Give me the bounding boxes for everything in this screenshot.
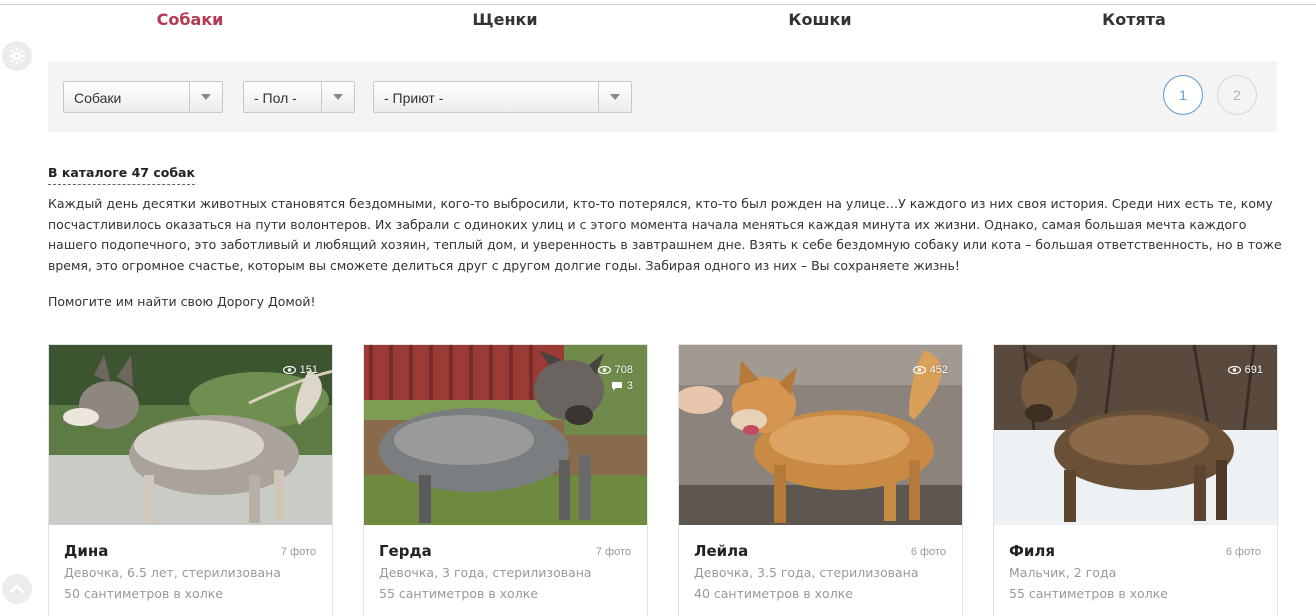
eye-icon <box>912 366 926 374</box>
tab-kittens[interactable]: Котята <box>1102 10 1166 29</box>
pet-size: 50 сантиметров в холке <box>64 586 223 601</box>
top-divider <box>0 4 1316 5</box>
pet-photo[interactable]: 452 <box>679 345 962 525</box>
pet-card[interactable]: 691 Филя 6 фото Мальчик, 2 года 55 санти… <box>993 344 1278 616</box>
pet-description: Девочка, 3 года, стерилизована <box>379 565 592 580</box>
gear-icon <box>9 48 25 64</box>
chevron-up-icon <box>9 584 25 594</box>
pet-size: 55 сантиметров в холке <box>379 586 538 601</box>
comments-counter: 3 <box>611 380 633 392</box>
pet-size: 55 сантиметров в холке <box>1009 586 1168 601</box>
page-1-button[interactable]: 1 <box>1163 75 1203 115</box>
pet-name: Дина <box>64 542 109 560</box>
settings-button[interactable] <box>2 41 32 71</box>
comment-icon <box>611 382 622 391</box>
photo-count: 6 фото <box>1225 546 1261 558</box>
views-counter: 691 <box>1227 364 1263 376</box>
views-count: 708 <box>614 364 633 376</box>
shelter-select-value: - Приют - <box>384 90 444 106</box>
pet-name: Герда <box>379 542 432 560</box>
views-count: 452 <box>929 364 948 376</box>
pet-description: Девочка, 3.5 года, стерилизована <box>694 565 919 580</box>
pet-name: Лейла <box>694 542 749 560</box>
pet-card[interactable]: 452 Лейла 6 фото Девочка, 3.5 года, стер… <box>678 344 963 616</box>
category-nav: Собаки Щенки Кошки Котята <box>0 10 1316 34</box>
pet-card[interactable]: 151 Дина 7 фото Девочка, 6.5 лет, стерил… <box>48 344 333 616</box>
photo-count: 7 фото <box>595 546 631 558</box>
pet-description: Мальчик, 2 года <box>1009 565 1117 580</box>
eye-icon <box>282 366 296 374</box>
views-counter: 452 <box>912 364 948 376</box>
pet-card[interactable]: 708 3 Герда 7 фото Девочка, 3 года, стер… <box>363 344 648 616</box>
tab-dogs[interactable]: Собаки <box>157 10 224 29</box>
eye-icon <box>597 366 611 374</box>
views-count: 151 <box>299 364 318 376</box>
chevron-down-icon <box>598 82 631 112</box>
page-2-button[interactable]: 2 <box>1217 75 1257 115</box>
type-select-value: Собаки <box>74 90 122 106</box>
catalog-count-title: В каталоге 47 собак <box>48 165 195 185</box>
sex-select[interactable]: - Пол - <box>243 81 355 113</box>
views-counter: 151 <box>282 364 318 376</box>
shelter-select[interactable]: - Приют - <box>373 81 632 113</box>
catalog-intro-text: Каждый день десятки животных становятся … <box>48 196 1282 273</box>
pet-description: Девочка, 6.5 лет, стерилизована <box>64 565 281 580</box>
photo-count: 6 фото <box>910 546 946 558</box>
pet-photo[interactable]: 691 <box>994 345 1277 525</box>
scroll-up-button[interactable] <box>2 574 32 604</box>
comments-count: 3 <box>626 380 633 392</box>
type-select[interactable]: Собаки <box>63 81 223 113</box>
pet-name: Филя <box>1009 542 1056 560</box>
tab-puppies[interactable]: Щенки <box>472 10 537 29</box>
pet-photo[interactable]: 708 3 <box>364 345 647 525</box>
pet-size: 40 сантиметров в холке <box>694 586 853 601</box>
chevron-down-icon <box>189 82 222 112</box>
views-count: 691 <box>1244 364 1263 376</box>
photo-count: 7 фото <box>280 546 316 558</box>
chevron-down-icon <box>321 82 354 112</box>
views-counter: 708 <box>597 364 633 376</box>
tab-cats[interactable]: Кошки <box>788 10 851 29</box>
pet-photo[interactable]: 151 <box>49 345 332 525</box>
eye-icon <box>1227 366 1241 374</box>
catalog-help-text: Помогите им найти свою Дорогу Домой! <box>48 294 316 309</box>
filter-bar: Собаки - Пол - - Приют - 1 2 <box>48 61 1277 132</box>
sex-select-value: - Пол - <box>254 90 297 106</box>
